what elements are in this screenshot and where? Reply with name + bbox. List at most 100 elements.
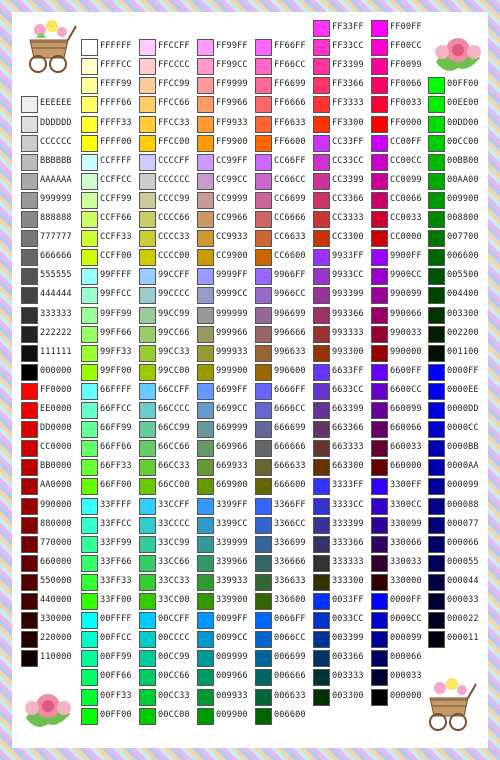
hex-label: 999999 <box>216 308 248 319</box>
color-swatch <box>255 612 272 630</box>
hex-label: 9966FF <box>274 270 306 281</box>
hex-label: 888888 <box>40 213 72 223</box>
hex-label: 0000DD <box>447 404 479 414</box>
color-swatch <box>139 230 156 248</box>
color-swatch <box>139 211 156 228</box>
hex-label: 6600FF <box>390 365 422 376</box>
hex-label: 00FFFF <box>100 614 132 625</box>
color-swatch <box>139 650 156 668</box>
hex-label: CCCCCC <box>40 136 72 147</box>
color-swatch <box>255 77 272 95</box>
color-swatch <box>428 593 445 610</box>
color-chart: EEEEEE DDDDDD CCCCCC BBBBBB AAAAAA 999999 8888… <box>0 0 500 760</box>
color-swatch <box>313 612 330 630</box>
color-swatch <box>313 344 330 362</box>
hex-label: 993399 <box>332 289 364 300</box>
color-swatch <box>139 402 156 419</box>
hex-label: FF99FF <box>216 41 248 52</box>
hex-label: 33FF00 <box>100 595 132 605</box>
hex-label: FF66CC <box>274 60 306 71</box>
color-swatch <box>139 688 156 706</box>
color-swatch <box>139 459 156 477</box>
hex-label: CCFF66 <box>100 213 132 223</box>
color-swatch <box>371 478 388 496</box>
hex-label: 330033 <box>390 556 422 567</box>
color-swatch <box>255 268 272 286</box>
color-swatch <box>313 516 330 534</box>
hex-label: 006666 <box>274 671 306 682</box>
hex-label: 9900FF <box>390 251 422 262</box>
color-swatch <box>21 172 38 190</box>
hex-label: 339999 <box>216 537 248 548</box>
color-swatch <box>371 363 388 381</box>
hex-label: 3300CC <box>390 499 422 510</box>
color-swatch <box>255 421 272 439</box>
hex-label: CCFFCC <box>100 174 132 185</box>
hex-label: 0000CC <box>447 423 479 434</box>
hex-label: 33CCFF <box>158 499 190 510</box>
color-swatch <box>81 478 98 496</box>
hex-label: FF9999 <box>216 79 248 90</box>
color-swatch <box>21 363 38 381</box>
color-swatch <box>21 191 38 209</box>
color-swatch <box>371 306 388 324</box>
color-swatch <box>371 688 388 706</box>
hex-label: 66FF99 <box>100 423 132 434</box>
hex-label: 669933 <box>216 461 248 472</box>
color-swatch <box>81 39 98 57</box>
color-swatch <box>313 20 330 37</box>
color-swatch <box>371 96 388 114</box>
hex-label: 000099 <box>390 633 422 644</box>
color-swatch <box>313 669 330 687</box>
color-swatch <box>371 440 388 458</box>
hex-label: 00CC33 <box>158 690 190 701</box>
hex-label: 66CC66 <box>158 442 190 453</box>
color-swatch <box>81 402 98 419</box>
color-swatch <box>255 287 272 305</box>
hex-label: 003300 <box>332 690 364 701</box>
color-swatch <box>428 287 445 305</box>
hex-label: CC9966 <box>216 213 248 223</box>
hex-label: 0000BB <box>447 442 479 453</box>
color-swatch <box>139 39 156 57</box>
color-swatch <box>313 593 330 610</box>
hex-label: 3333FF <box>332 480 364 491</box>
color-swatch <box>428 249 445 267</box>
color-swatch <box>139 249 156 267</box>
color-swatch <box>255 153 272 171</box>
color-swatch <box>139 382 156 400</box>
hex-label: 6633FF <box>332 365 364 376</box>
color-swatch <box>139 573 156 591</box>
color-swatch <box>81 382 98 400</box>
color-swatch <box>255 363 272 381</box>
hex-label: CC0000 <box>390 232 422 243</box>
hex-label: 3399CC <box>216 518 248 529</box>
hex-label: 00FF33 <box>100 690 132 701</box>
hex-label: CC9933 <box>216 232 248 243</box>
color-swatch <box>371 344 388 362</box>
hex-label: 111111 <box>40 346 72 357</box>
color-swatch <box>428 172 445 190</box>
hex-label: 330066 <box>390 537 422 548</box>
hex-label: 880000 <box>40 518 72 529</box>
color-swatch <box>313 363 330 381</box>
hex-label: 00CC66 <box>158 671 190 682</box>
color-swatch <box>371 325 388 343</box>
color-swatch <box>313 440 330 458</box>
color-swatch <box>81 344 98 362</box>
hex-label: 555555 <box>40 270 72 281</box>
hex-label: 000033 <box>447 595 479 605</box>
color-swatch <box>428 211 445 228</box>
hex-label: 660099 <box>390 404 422 414</box>
color-swatch <box>81 211 98 228</box>
hex-label: 33FF33 <box>100 575 132 586</box>
hex-label: 66CC00 <box>158 480 190 491</box>
color-swatch <box>313 325 330 343</box>
hex-label: 00EE00 <box>447 98 479 109</box>
color-swatch <box>197 535 214 553</box>
color-swatch <box>139 287 156 305</box>
color-swatch <box>81 631 98 649</box>
color-swatch <box>313 191 330 209</box>
hex-label: 00CC99 <box>158 652 190 663</box>
hex-label: CC00FF <box>390 136 422 147</box>
